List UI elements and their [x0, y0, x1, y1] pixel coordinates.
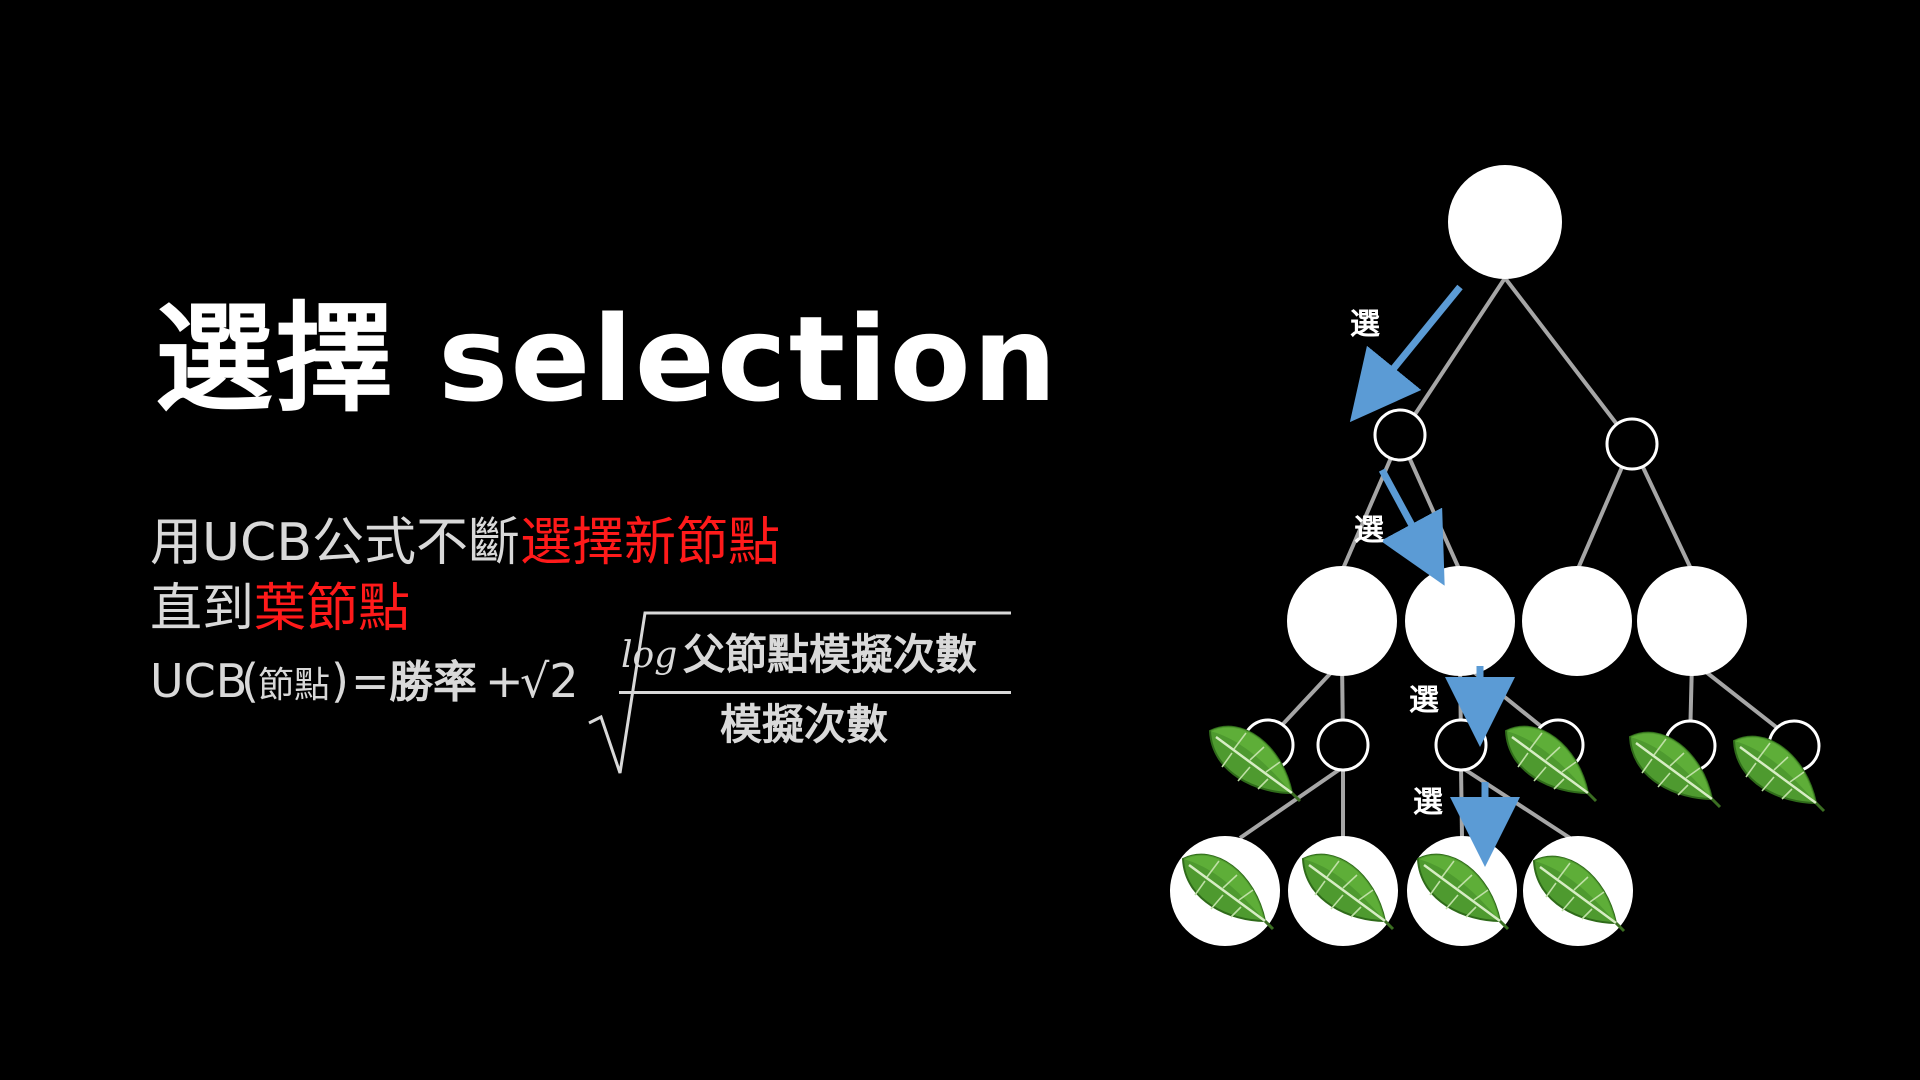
root-node: [1448, 165, 1562, 279]
tree-node: [1434, 718, 1488, 772]
tree-node: [1287, 566, 1397, 676]
selection-label: 選: [1354, 513, 1384, 548]
selection-label: 選: [1413, 785, 1443, 820]
tree-node: [1522, 566, 1632, 676]
tree-node: [1405, 566, 1515, 676]
selection-label: 選: [1409, 683, 1439, 718]
tree-node: [1373, 408, 1427, 462]
tree-node: [1605, 417, 1659, 471]
mcts-tree-diagram: 選 選 選 選: [1170, 165, 1826, 946]
tree-node: [1637, 566, 1747, 676]
tree-node: [1316, 718, 1370, 772]
selection-arrow: [1349, 284, 1463, 423]
selection-label: 選: [1350, 307, 1380, 342]
